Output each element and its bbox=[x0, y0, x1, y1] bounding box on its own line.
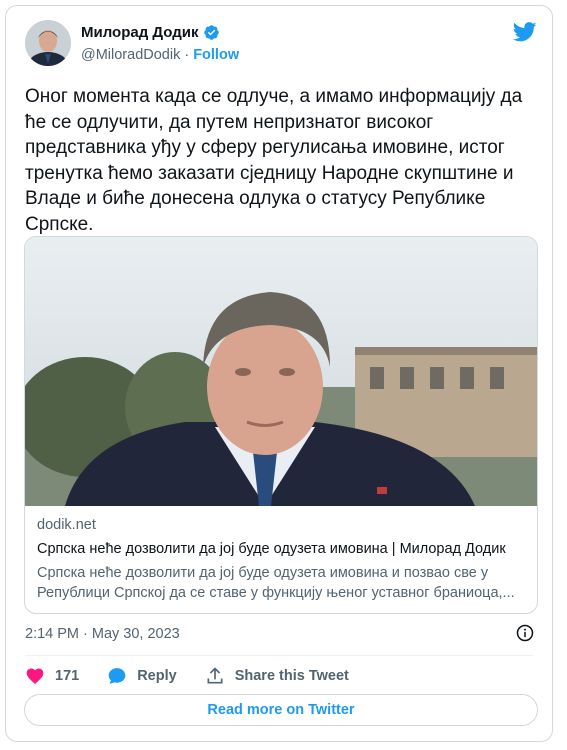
author-avatar[interactable] bbox=[25, 20, 71, 66]
tweet-timestamp[interactable]: 2:14 PM · May 30, 2023 bbox=[25, 626, 180, 642]
heart-icon bbox=[26, 668, 44, 684]
share-upload-icon bbox=[207, 667, 223, 684]
link-preview-image bbox=[25, 237, 537, 506]
author-handle-row: @MiloradDodik · Follow bbox=[81, 47, 239, 63]
tweet-actions: 171 Reply Share this Tweet bbox=[25, 666, 377, 686]
like-button[interactable]: 171 bbox=[25, 666, 79, 686]
reply-bubble-icon bbox=[108, 668, 126, 684]
author-name-row: Милорад Додик bbox=[81, 24, 220, 41]
tweet-text: Оног момента када се одлуче, а имамо инф… bbox=[25, 86, 523, 235]
verified-badge-icon bbox=[203, 25, 219, 40]
link-title[interactable]: Српска неће дозволити да јој буде одузет… bbox=[37, 541, 527, 557]
reply-button[interactable]: Reply bbox=[107, 666, 177, 686]
reply-label: Reply bbox=[137, 668, 177, 684]
avatar-image bbox=[25, 20, 71, 66]
twitter-bird-icon[interactable] bbox=[513, 22, 537, 42]
separator-dot: · bbox=[184, 47, 190, 63]
follow-button[interactable]: Follow bbox=[193, 47, 239, 63]
author-handle[interactable]: @MiloradDodik bbox=[81, 47, 180, 63]
read-more-button[interactable]: Read more on Twitter bbox=[24, 694, 538, 726]
link-description: Српска неће дозволити да јој буде одузет… bbox=[37, 565, 515, 601]
like-count: 171 bbox=[55, 668, 80, 684]
info-icon[interactable] bbox=[516, 624, 534, 642]
link-preview-meta: dodik.net Српска неће дозволити да јој б… bbox=[37, 517, 527, 603]
divider bbox=[25, 655, 533, 656]
share-button[interactable]: Share this Tweet bbox=[205, 666, 349, 686]
author-name[interactable]: Милорад Додик bbox=[81, 24, 199, 41]
link-domain: dodik.net bbox=[37, 517, 96, 533]
link-preview-card[interactable]: dodik.net Српска неће дозволити да јој б… bbox=[24, 236, 538, 614]
share-label: Share this Tweet bbox=[234, 668, 349, 684]
tweet-card: Милорад Додик @MiloradDodik · Follow Оно… bbox=[5, 5, 553, 742]
